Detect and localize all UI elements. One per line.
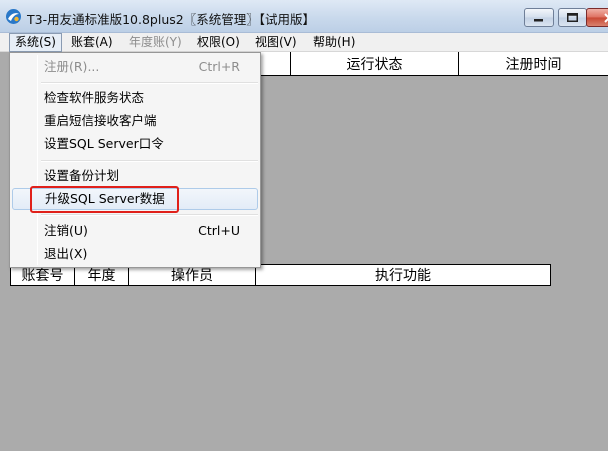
bottom-column-header[interactable]: 操作员: [129, 265, 256, 285]
menu-separator: [41, 82, 258, 84]
menu-item-label: 注册(R)...: [44, 59, 100, 74]
system-dropdown-menu: 注册(R)... Ctrl+R 检查软件服务状态 重启短信接收客户端 设置SQL…: [9, 52, 261, 268]
menu-bar: 系统(S) 账套(A) 年度账(Y) 权限(O) 视图(V) 帮助(H): [0, 33, 608, 52]
maximize-icon: [567, 13, 578, 22]
menu-view[interactable]: 视图(V): [250, 33, 302, 52]
highlight-annotation-box: [30, 186, 179, 213]
menu-item-label: 设置SQL Server口令: [44, 136, 164, 151]
minimize-icon: [534, 18, 543, 21]
menu-item-label: 退出(X): [44, 246, 88, 261]
top-column-header[interactable]: [258, 52, 290, 76]
top-table-header: 运行状态 注册时间: [258, 52, 608, 76]
menu-help[interactable]: 帮助(H): [308, 33, 360, 52]
menu-item-backup-plan[interactable]: 设置备份计划: [12, 165, 258, 187]
minimize-button[interactable]: [524, 8, 554, 27]
menu-permissions[interactable]: 权限(O): [192, 33, 245, 52]
app-logo-icon[interactable]: [5, 8, 22, 25]
menu-item-label: 注销(U): [44, 223, 88, 238]
menu-item-shortcut: Ctrl+R: [198, 59, 240, 74]
close-icon: [604, 12, 608, 23]
menu-separator: [41, 214, 258, 216]
bottom-column-header[interactable]: 账套号: [11, 265, 75, 285]
title-bar: T3-用友通标准版10.8plus2〖系统管理〗【试用版】: [0, 0, 608, 33]
menu-item-label: 设置备份计划: [44, 168, 120, 183]
menu-system[interactable]: 系统(S): [9, 33, 62, 52]
bottom-column-header[interactable]: 执行功能: [256, 265, 550, 285]
menu-item-set-sql-password[interactable]: 设置SQL Server口令: [12, 133, 258, 155]
menu-fiscal-year[interactable]: 年度账(Y): [124, 33, 187, 52]
close-button[interactable]: [586, 8, 608, 27]
menu-item-check-service[interactable]: 检查软件服务状态: [12, 87, 258, 109]
menu-item-label: 检查软件服务状态: [44, 90, 145, 105]
top-column-header[interactable]: 运行状态: [290, 52, 458, 76]
menu-item-restart-sms[interactable]: 重启短信接收客户端: [12, 110, 258, 132]
window-title: T3-用友通标准版10.8plus2〖系统管理〗【试用版】: [27, 12, 315, 27]
bottom-column-header[interactable]: 年度: [75, 265, 129, 285]
menu-item-register[interactable]: 注册(R)... Ctrl+R: [12, 56, 258, 78]
menu-item-label: 重启短信接收客户端: [44, 113, 157, 128]
maximize-button[interactable]: [558, 8, 587, 27]
menu-account[interactable]: 账套(A): [66, 33, 118, 52]
menu-separator: [41, 160, 258, 162]
menu-item-exit[interactable]: 退出(X): [12, 243, 258, 265]
menu-item-shortcut: Ctrl+U: [198, 223, 240, 238]
top-column-header[interactable]: 注册时间: [458, 52, 608, 76]
menu-item-logout[interactable]: 注销(U) Ctrl+U: [12, 220, 258, 242]
